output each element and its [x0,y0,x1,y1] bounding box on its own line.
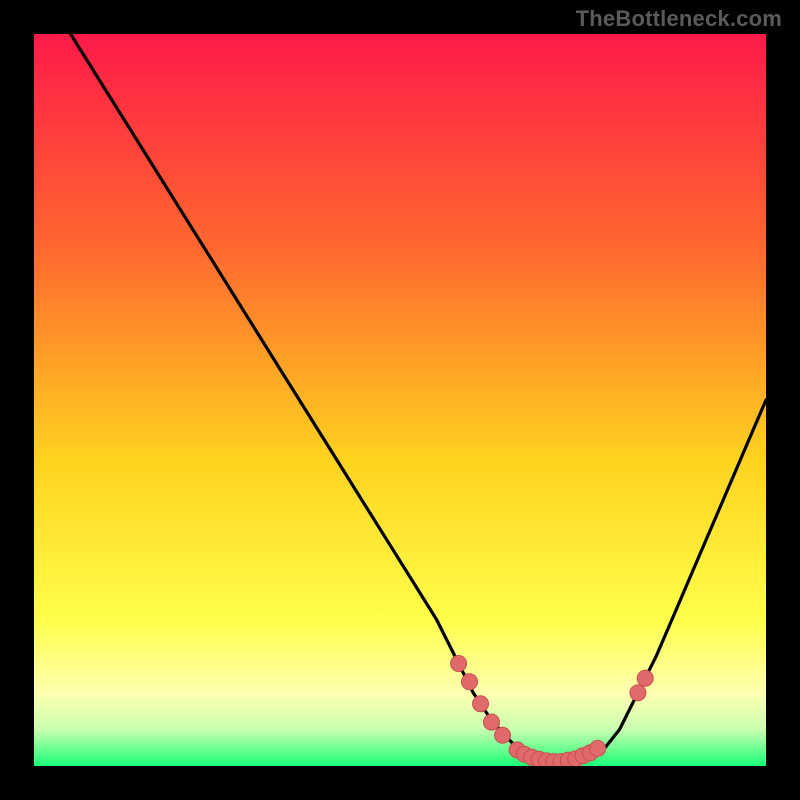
data-point [630,685,646,701]
data-point [590,740,606,756]
data-point [637,670,653,686]
chart-frame: TheBottleneck.com [0,0,800,800]
attribution-label: TheBottleneck.com [576,6,782,32]
data-point [473,696,489,712]
data-point [495,727,511,743]
data-point [462,674,478,690]
data-points [34,34,766,766]
data-point [484,714,500,730]
plot-area [34,34,766,766]
data-point [451,656,467,672]
